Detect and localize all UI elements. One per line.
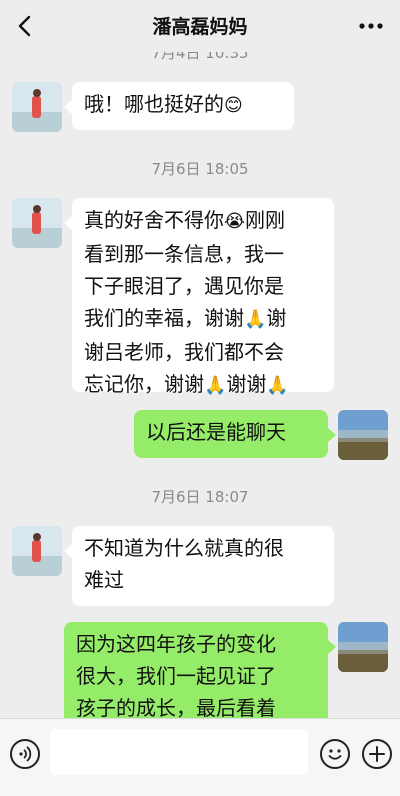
message-text: 谢谢 bbox=[226, 372, 267, 396]
timestamp: 7月6日 18:07 bbox=[151, 488, 249, 506]
cry-emoji: 😭 bbox=[224, 211, 246, 232]
message-bubble[interactable]: 不知道为什么就真的很 难过 bbox=[64, 526, 334, 606]
smile-emoji: 😊 bbox=[224, 95, 243, 116]
avatar-image bbox=[12, 82, 62, 132]
avatar-image bbox=[12, 198, 62, 248]
message-line: 我们的幸福，谢谢🙏谢 bbox=[84, 302, 322, 336]
message-bubble-outgoing[interactable]: 以后还是能聊天 bbox=[134, 410, 336, 458]
message-line: 看到那一条信息，我一 bbox=[84, 242, 284, 266]
chat-title: 潘高磊妈妈 bbox=[152, 16, 248, 38]
emoji-icon[interactable] bbox=[320, 739, 350, 769]
message-input[interactable] bbox=[50, 729, 308, 775]
message-text: 以后还是能聊天 bbox=[146, 420, 286, 444]
pray-emoji: 🙏 bbox=[204, 375, 227, 396]
avatar[interactable] bbox=[12, 526, 62, 576]
message-line: 真的好舍不得你😭刚刚 bbox=[84, 204, 322, 238]
message-line: 忘记你，谢谢🙏谢谢🙏 bbox=[84, 368, 322, 402]
message-line: 因为这四年孩子的变化 bbox=[76, 632, 276, 656]
message-text: 忘记你，谢谢 bbox=[84, 372, 204, 396]
pray-emoji: 🙏 bbox=[244, 309, 267, 330]
message-bubble[interactable]: 哦！哪也挺好的😊 bbox=[64, 82, 294, 130]
avatar-image bbox=[12, 526, 62, 576]
message-text: 刚刚 bbox=[245, 208, 286, 232]
message-line: 不知道为什么就真的很 bbox=[84, 536, 284, 560]
avatar[interactable] bbox=[12, 198, 62, 248]
avatar[interactable] bbox=[12, 82, 62, 132]
message-line: 谢吕老师，我们都不会 bbox=[84, 340, 284, 364]
my-avatar[interactable] bbox=[338, 622, 388, 672]
message-bubble-outgoing[interactable]: 因为这四年孩子的变化 很大，我们一起见证了 孩子的成长，最后看着 bbox=[64, 622, 336, 732]
message-text: 我们的幸福，谢谢 bbox=[84, 306, 244, 330]
message-line: 很大，我们一起见证了 bbox=[76, 664, 276, 688]
message-line: 难过 bbox=[84, 568, 124, 592]
more-dots-icon[interactable] bbox=[358, 16, 384, 36]
message-text: 真的好舍不得你 bbox=[84, 208, 224, 232]
plus-icon[interactable] bbox=[362, 739, 392, 769]
pray-emoji: 🙏 bbox=[266, 375, 289, 396]
message-text: 谢 bbox=[266, 306, 287, 330]
message-line: 下子眼泪了，遇见你是 bbox=[84, 274, 284, 298]
my-avatar-image bbox=[338, 622, 388, 672]
nav-bar: 潘高磊妈妈 bbox=[0, 0, 400, 52]
voice-icon[interactable] bbox=[10, 739, 40, 769]
my-avatar[interactable] bbox=[338, 410, 388, 460]
message-text: 哦！哪也挺好的 bbox=[84, 92, 224, 116]
timestamp: 7月6日 18:05 bbox=[151, 160, 249, 178]
message-bubble[interactable]: 真的好舍不得你😭刚刚 看到那一条信息，我一 下子眼泪了，遇见你是 我们的幸福，谢… bbox=[64, 198, 334, 396]
input-bar bbox=[0, 718, 400, 796]
my-avatar-image bbox=[338, 410, 388, 460]
